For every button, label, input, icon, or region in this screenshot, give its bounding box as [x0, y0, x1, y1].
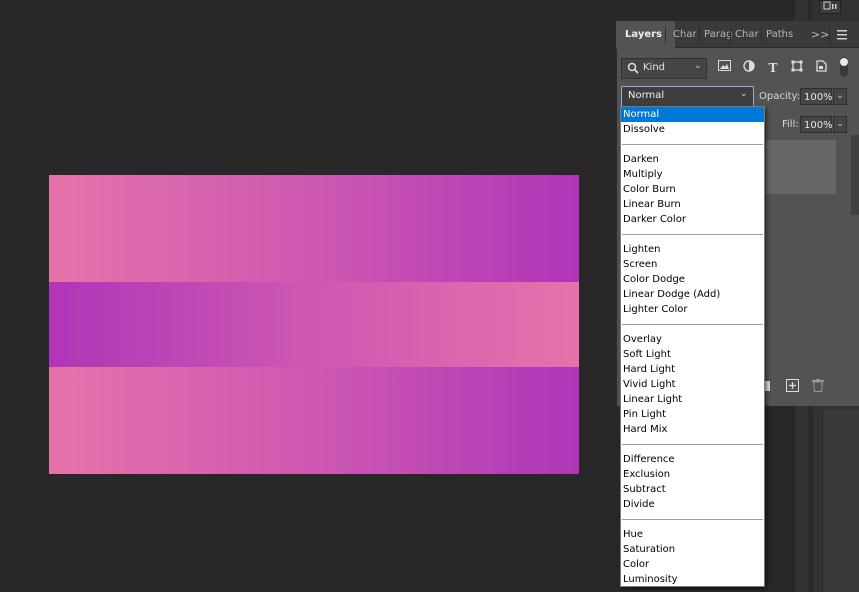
blend-mode-dropdown: Normal Dissolve Darken Multiply Color Bu… — [620, 106, 765, 587]
new-layer-icon[interactable] — [786, 379, 799, 395]
blend-option-saturation[interactable]: Saturation — [621, 542, 764, 557]
type-filter-icon[interactable]: T — [765, 60, 781, 76]
blend-option-difference[interactable]: Difference — [621, 452, 764, 467]
shape-filter-icon[interactable] — [789, 60, 805, 76]
menu-divider — [622, 324, 763, 325]
fill-label: Fill: — [782, 119, 799, 130]
blend-option-linear-dodge[interactable]: Linear Dodge (Add) — [621, 287, 764, 302]
tab-separator — [829, 27, 830, 43]
blend-option-darken[interactable]: Darken — [621, 152, 764, 167]
blend-option-overlay[interactable]: Overlay — [621, 332, 764, 347]
blend-option-hue[interactable]: Hue — [621, 527, 764, 542]
adjustment-filter-icon[interactable] — [741, 60, 757, 76]
tab-character-styles[interactable]: Char — [733, 21, 763, 48]
tab-separator — [699, 27, 700, 43]
blend-option-lighter-color[interactable]: Lighter Color — [621, 302, 764, 317]
filter-kind-label: Kind — [643, 62, 666, 73]
opacity-input[interactable]: 100% — [800, 88, 833, 105]
tab-separator — [730, 27, 731, 43]
blend-mode-value: Normal — [628, 90, 665, 101]
blend-option-lighten[interactable]: Lighten — [621, 242, 764, 257]
panel-menu-icon[interactable] — [834, 21, 852, 48]
blend-option-linear-light[interactable]: Linear Light — [621, 392, 764, 407]
canvas-artwork[interactable] — [49, 175, 579, 474]
blend-option-screen[interactable]: Screen — [621, 257, 764, 272]
double-chevron-right-icon[interactable]: >> — [809, 21, 829, 48]
blend-option-vivid-light[interactable]: Vivid Light — [621, 377, 764, 392]
image-filter-icon[interactable] — [716, 60, 732, 76]
tab-layers[interactable]: Layers — [616, 21, 675, 49]
panel-tab-bar: Layers Char Parag Char Paths >> — [616, 21, 859, 49]
blend-mode-select[interactable]: Normal ⌄ — [621, 86, 754, 107]
fill-input[interactable]: 100% — [800, 116, 833, 133]
blend-option-subtract[interactable]: Subtract — [621, 482, 764, 497]
gradient-band-bottom — [49, 367, 579, 474]
tab-separator — [761, 27, 762, 43]
layer-row[interactable] — [766, 140, 836, 167]
blend-option-soft-light[interactable]: Soft Light — [621, 347, 764, 362]
tab-character[interactable]: Char — [671, 21, 701, 48]
layer-row[interactable] — [766, 167, 836, 194]
blend-option-hard-mix[interactable]: Hard Mix — [621, 422, 764, 437]
tab-paths[interactable]: Paths — [764, 21, 798, 48]
chevron-down-icon: ⌄ — [740, 89, 748, 99]
menu-divider — [622, 444, 763, 445]
arrange-documents-icon[interactable] — [819, 0, 841, 14]
smart-object-filter-icon[interactable] — [813, 60, 829, 76]
blend-option-divide[interactable]: Divide — [621, 497, 764, 512]
menu-divider — [622, 234, 763, 235]
blend-option-multiply[interactable]: Multiply — [621, 167, 764, 182]
blend-option-exclusion[interactable]: Exclusion — [621, 467, 764, 482]
fill-dropdown-button[interactable]: ⌄ — [833, 116, 847, 133]
blend-option-luminosity[interactable]: Luminosity — [621, 572, 764, 586]
opacity-label: Opacity: — [759, 91, 801, 102]
menu-divider — [622, 144, 763, 145]
menu-divider — [622, 519, 763, 520]
blend-option-linear-burn[interactable]: Linear Burn — [621, 197, 764, 212]
blend-option-color[interactable]: Color — [621, 557, 764, 572]
delete-layer-icon[interactable] — [812, 379, 824, 395]
filter-kind-select[interactable]: Kind ⌄ — [621, 58, 707, 79]
panel-scrollbar[interactable] — [851, 135, 859, 215]
search-icon — [627, 62, 639, 77]
blend-option-hard-light[interactable]: Hard Light — [621, 362, 764, 377]
gradient-band-top — [49, 175, 579, 282]
blend-option-dissolve[interactable]: Dissolve — [621, 122, 764, 137]
gradient-band-middle — [49, 282, 579, 367]
opacity-dropdown-button[interactable]: ⌄ — [833, 88, 847, 105]
lower-dock-panel — [822, 410, 859, 592]
blend-option-color-burn[interactable]: Color Burn — [621, 182, 764, 197]
tab-paragraph[interactable]: Parag — [702, 21, 732, 48]
blend-option-normal[interactable]: Normal — [621, 107, 764, 122]
blend-option-color-dodge[interactable]: Color Dodge — [621, 272, 764, 287]
blend-option-darker-color[interactable]: Darker Color — [621, 212, 764, 227]
chevron-down-icon: ⌄ — [694, 61, 702, 71]
blend-option-pin-light[interactable]: Pin Light — [621, 407, 764, 422]
filter-toggle-icon[interactable] — [839, 56, 849, 78]
tab-separator — [665, 27, 666, 43]
